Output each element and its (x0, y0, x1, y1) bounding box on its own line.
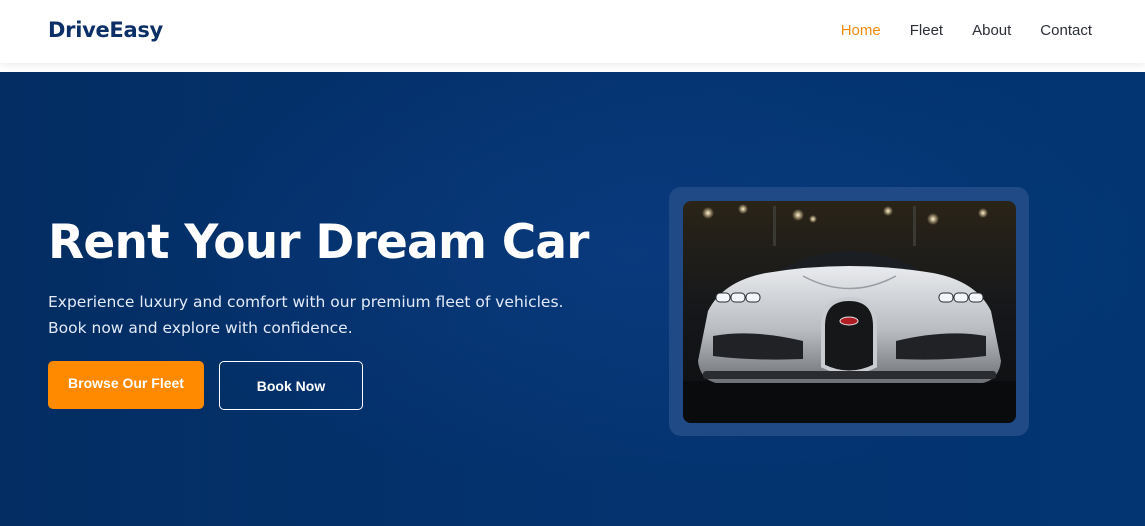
book-now-button[interactable]: Book Now (219, 361, 363, 410)
browse-fleet-button[interactable]: Browse Our Fleet (48, 361, 204, 409)
nav-links: Home Fleet About Contact (812, 22, 1092, 39)
car-image (683, 201, 1016, 423)
hero-title: Rent Your Dream Car (48, 215, 589, 270)
hero-image-card (669, 187, 1029, 436)
hero-subtitle: Experience luxury and comfort with our p… (48, 289, 568, 341)
hero-subtitle-line-2: Book now and explore with confidence. (48, 319, 353, 337)
navbar: DriveEasy Home Fleet About Contact (0, 0, 1145, 63)
hero-subtitle-line-1: Experience luxury and comfort with our p… (48, 293, 564, 311)
nav-link-fleet[interactable]: Fleet (910, 22, 943, 39)
brand-logo[interactable]: DriveEasy (48, 18, 163, 42)
nav-link-home[interactable]: Home (841, 22, 881, 39)
nav-link-about[interactable]: About (972, 22, 1011, 39)
nav-link-contact[interactable]: Contact (1040, 22, 1092, 39)
hero-section: Rent Your Dream Car Experience luxury an… (0, 72, 1145, 526)
sports-car-illustration (683, 201, 1016, 423)
